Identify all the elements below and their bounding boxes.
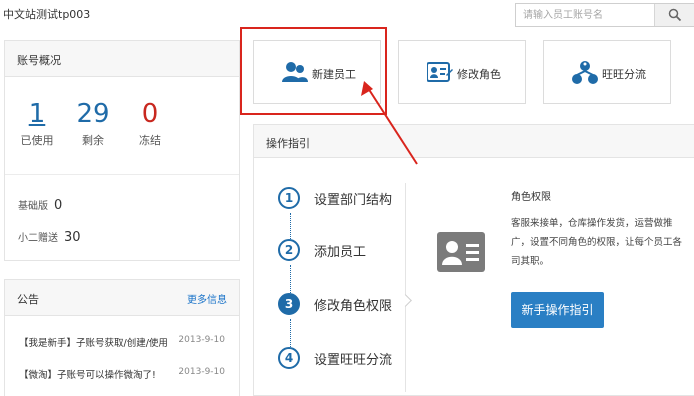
announcement-text[interactable]: 【微淘】子账号可以操作微淘了! [19, 370, 156, 381]
step-number: 2 [278, 239, 300, 261]
edition-label: 基础版 [18, 201, 48, 212]
stat-frozen-label: 冻结 [139, 134, 161, 147]
edit-role-label: 修改角色 [457, 68, 501, 81]
account-overview-header: 账号概况 [5, 41, 239, 77]
id-card-edit-icon [427, 62, 453, 82]
announcement-date: 2013-9-10 [178, 335, 225, 345]
more-info-link[interactable]: 更多信息 [187, 291, 227, 306]
operation-guide-panel: 操作指引 1 设置部门结构 2 添加员工 3 修改角色权限 4 设置旺旺分流 角… [253, 124, 694, 396]
announcements-header: 公告 更多信息 [5, 280, 239, 316]
account-overview-title: 账号概况 [17, 54, 61, 67]
step-label[interactable]: 修改角色权限 [314, 295, 392, 314]
announcements-panel: 公告 更多信息 【我是新手】子账号获取/创建/使用 2013-9-10 【微淘】… [4, 279, 240, 396]
operation-guide-header: 操作指引 [254, 125, 694, 158]
announcement-item[interactable]: 【我是新手】子账号获取/创建/使用 2013-9-10 [19, 335, 225, 349]
site-title: 中文站测试tp003 [3, 8, 91, 21]
announcements-title: 公告 [17, 293, 39, 306]
detail-title: 角色权限 [511, 192, 551, 203]
stat-used-value[interactable]: 1 [12, 99, 62, 129]
wangwang-divert-button[interactable]: 旺旺分流 [543, 40, 671, 104]
search-button[interactable] [654, 4, 694, 26]
step-connector [290, 319, 291, 347]
wangwang-divert-label: 旺旺分流 [602, 68, 646, 81]
step-connector [290, 213, 291, 239]
step-number: 3 [278, 293, 300, 315]
stat-used-label: 已使用 [20, 134, 54, 147]
contact-card-icon [437, 232, 485, 272]
announcement-date: 2013-9-10 [178, 367, 225, 377]
account-overview-panel: 账号概况 1 已使用 29 剩余 0 冻结 基础版 0 小二赠送 30 [4, 40, 240, 261]
gift-value: 30 [64, 230, 81, 245]
stat-remaining-label: 剩余 [82, 134, 104, 147]
stat-remaining-value: 29 [76, 99, 110, 129]
stat-used[interactable]: 1 已使用 [12, 99, 62, 148]
operation-guide-title: 操作指引 [266, 137, 310, 150]
search-input[interactable] [516, 4, 654, 26]
edit-role-button[interactable]: 修改角色 [398, 40, 526, 104]
step-label[interactable]: 添加员工 [314, 241, 366, 260]
highlight-box [240, 27, 387, 115]
separator-pointer [399, 294, 412, 307]
edition-value: 0 [54, 198, 63, 213]
step-label[interactable]: 设置部门结构 [314, 189, 392, 208]
announcement-item[interactable]: 【微淘】子账号可以操作微淘了! 2013-9-10 [19, 367, 225, 381]
stat-frozen-value: 0 [141, 99, 159, 129]
announcement-text[interactable]: 【我是新手】子账号获取/创建/使用 [19, 338, 168, 349]
beginner-guide-button[interactable]: 新手操作指引 [511, 292, 604, 328]
step-label[interactable]: 设置旺旺分流 [314, 349, 392, 368]
stat-frozen: 0 冻结 [125, 99, 175, 148]
gift-row: 小二赠送 30 [18, 229, 81, 245]
step-number: 1 [278, 187, 300, 209]
overview-divider [5, 174, 239, 175]
edition-row: 基础版 0 [18, 197, 62, 213]
search-icon [668, 8, 682, 22]
stat-remaining: 29 剩余 [68, 99, 118, 148]
org-chart-icon [572, 61, 598, 84]
gift-label: 小二赠送 [18, 233, 58, 244]
step-number: 4 [278, 347, 300, 369]
search-box [515, 3, 694, 27]
step-connector [290, 265, 291, 293]
detail-text: 客服来接单，仓库操作发货，运营做推广，设置不同角色的权限，让每个员工各司其职。 [511, 218, 683, 267]
guide-separator [405, 183, 406, 392]
